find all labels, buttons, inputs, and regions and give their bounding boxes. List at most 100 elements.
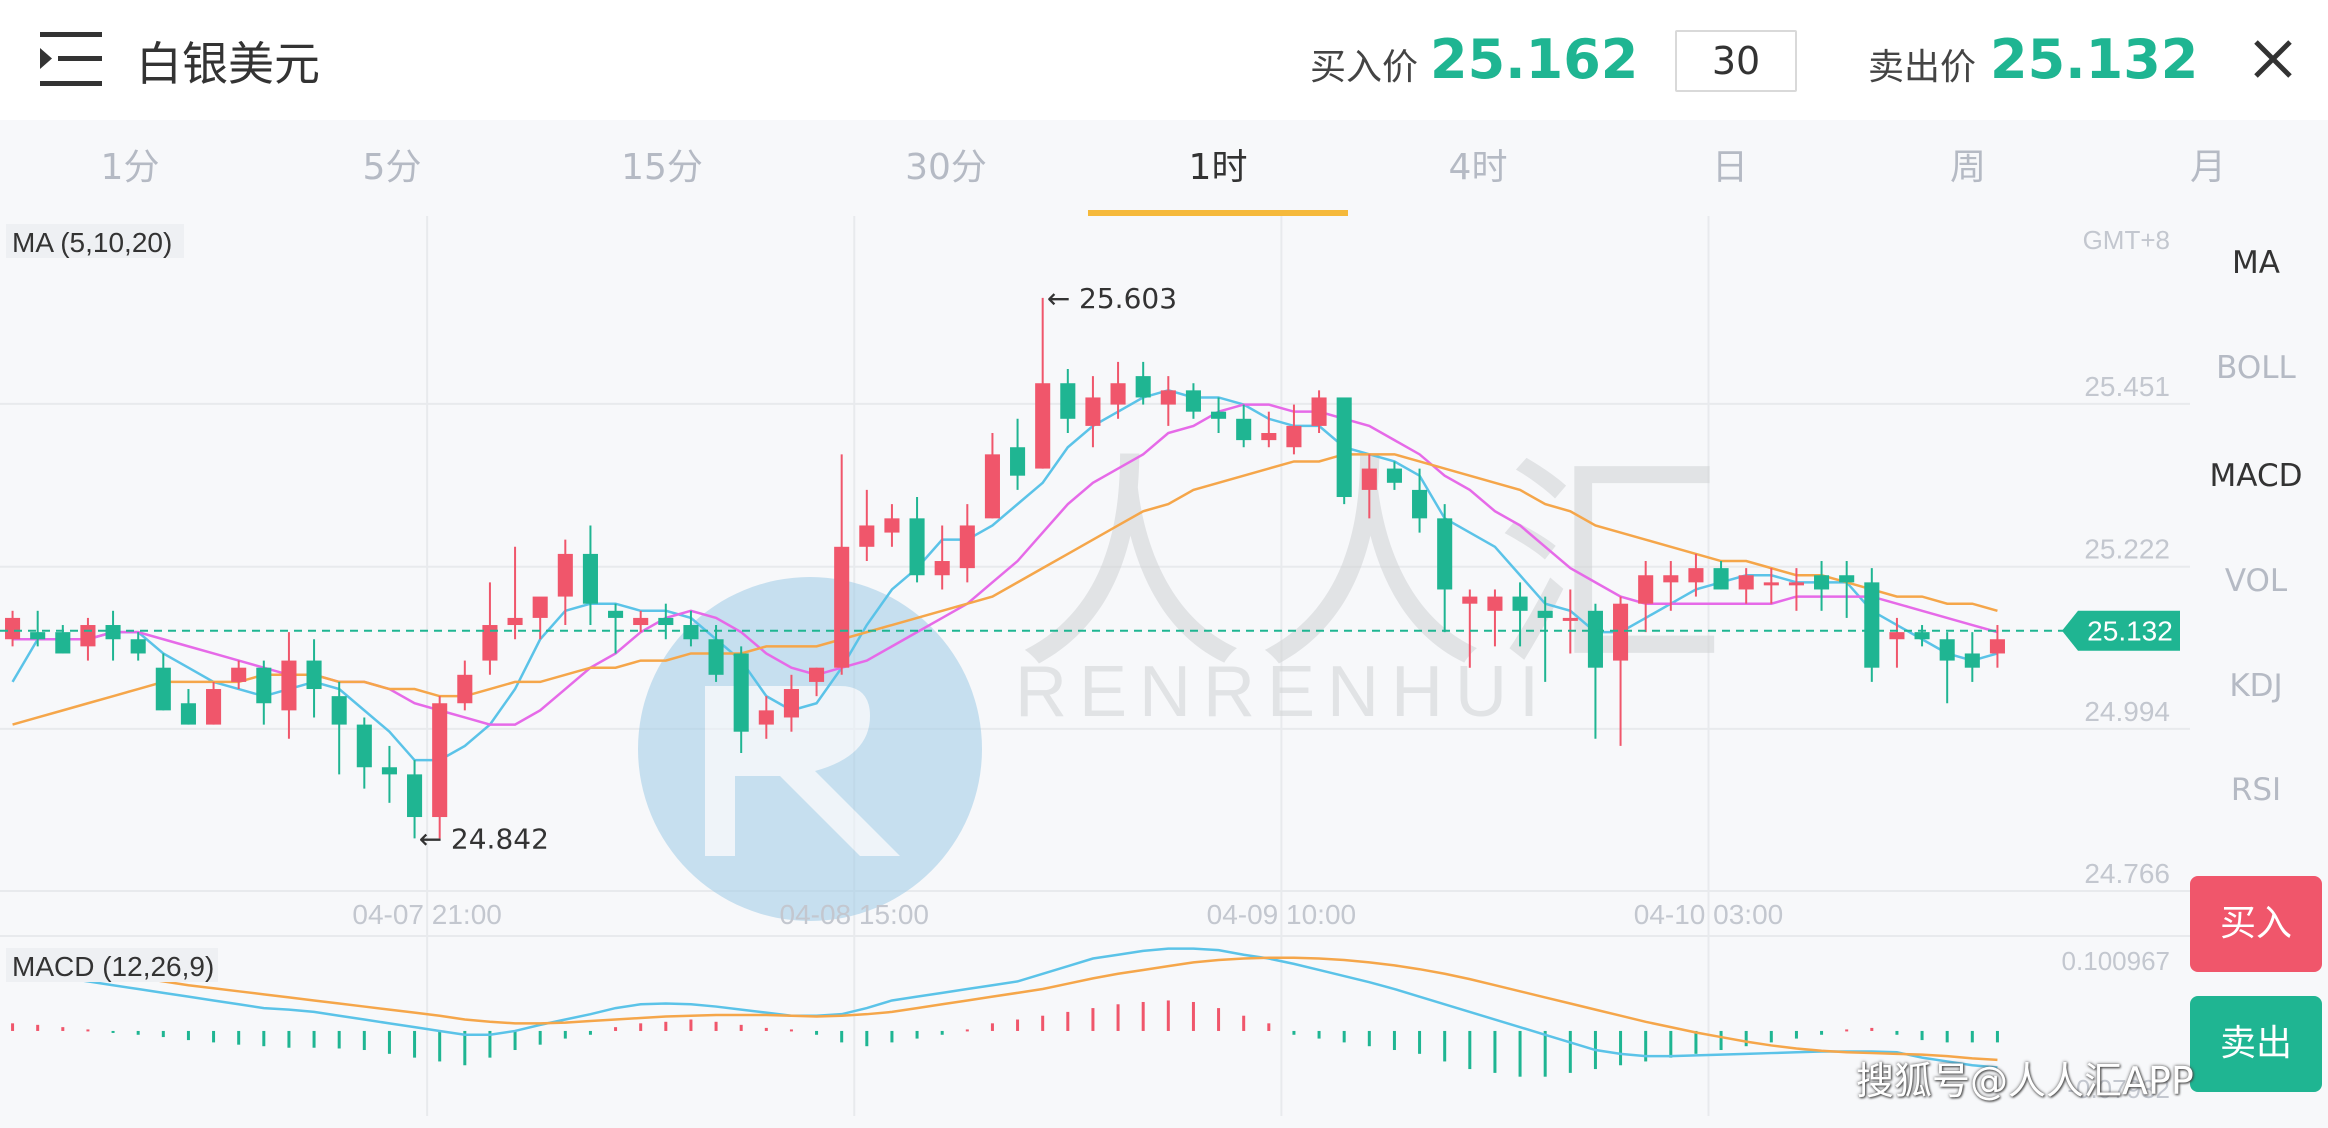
macd-bar: [1016, 1019, 1020, 1031]
kline-chart[interactable]: 人人汇 RENRENHUI ← 25.603 ← 24.842 25.451 25.…: [0, 216, 2328, 1128]
tab-week[interactable]: 周: [1898, 120, 2038, 216]
candle: [457, 660, 473, 711]
x-tick-label: 04-09 10:00: [1207, 899, 1356, 930]
tab-5min[interactable]: 5分: [322, 120, 462, 216]
indicator-kdj[interactable]: KDJ: [2196, 668, 2316, 704]
macd-bar: [11, 1023, 15, 1031]
menu-icon[interactable]: [40, 30, 102, 88]
x-tick-label: 04-08 15:00: [780, 899, 929, 930]
macd-bar: [1945, 1030, 1949, 1043]
candle: [884, 504, 900, 547]
candle-body: [658, 617, 674, 626]
macd-bar: [1518, 1030, 1522, 1077]
candle: [105, 610, 121, 661]
candle-body: [1035, 383, 1051, 469]
macd-bar: [1191, 1001, 1195, 1031]
close-icon[interactable]: [2248, 34, 2298, 84]
candle-body: [1010, 447, 1026, 476]
macd-bar: [186, 1030, 190, 1041]
tab-1min[interactable]: 1分: [60, 120, 200, 216]
macd-bar: [1568, 1030, 1572, 1073]
candle-body: [608, 610, 624, 618]
candle-body: [959, 525, 975, 569]
candle: [281, 632, 297, 739]
macd-bar: [1895, 1030, 1899, 1035]
candle-body: [1738, 575, 1754, 590]
indicator-rsi[interactable]: RSI: [2196, 772, 2316, 808]
indicator-vol[interactable]: VOL: [2196, 563, 2316, 599]
candle-body: [231, 667, 247, 682]
candle: [1035, 297, 1051, 469]
candle: [959, 504, 975, 583]
candle: [80, 617, 96, 661]
buy-price-label: 买入价: [1310, 47, 1419, 88]
indicator-ma[interactable]: MA: [2196, 245, 2316, 281]
source-watermark: 搜狐号@人人汇APP: [1856, 1059, 2194, 1103]
y-tick-label: 25.451: [2084, 371, 2170, 402]
macd-bar: [312, 1030, 316, 1048]
candle: [1889, 617, 1905, 668]
buy-button[interactable]: 买入: [2190, 876, 2322, 972]
macd-bar: [463, 1030, 467, 1066]
candle: [859, 489, 875, 562]
macd-bar: [212, 1030, 216, 1043]
candle: [909, 497, 925, 583]
candle: [608, 603, 624, 654]
candle-body: [105, 625, 121, 640]
macd-bar: [237, 1030, 241, 1045]
candle: [984, 433, 1000, 519]
candle-body: [582, 553, 598, 604]
macd-bar: [865, 1030, 869, 1047]
tab-4hour[interactable]: 4时: [1408, 120, 1548, 216]
macd-bar: [1166, 1000, 1170, 1031]
candle-body: [1839, 575, 1855, 583]
macd-panel: [11, 947, 1999, 1077]
macd-bar: [1669, 1030, 1673, 1058]
candle: [1864, 568, 1880, 682]
candle: [1110, 361, 1126, 419]
candle-body: [432, 703, 448, 818]
tab-15min[interactable]: 15分: [592, 120, 732, 216]
candle-body: [859, 525, 875, 547]
tab-1hour[interactable]: 1时: [1148, 120, 1288, 216]
macd-bar: [1443, 1030, 1447, 1062]
candle-body: [1487, 596, 1503, 611]
candle: [1185, 383, 1201, 419]
candle: [482, 582, 498, 675]
candle-body: [5, 617, 21, 640]
tab-30min[interactable]: 30分: [876, 120, 1016, 216]
candle-body: [809, 667, 825, 682]
macd-bar: [1392, 1030, 1396, 1051]
candle-body: [381, 767, 397, 775]
candle-body: [1361, 468, 1377, 490]
tab-day[interactable]: 日: [1660, 120, 1800, 216]
candle-body: [909, 518, 925, 576]
lot-size-input[interactable]: 30: [1675, 30, 1797, 92]
candle-body: [1160, 390, 1176, 405]
macd-bar: [789, 1029, 793, 1032]
indicator-boll[interactable]: BOLL: [2196, 350, 2316, 386]
candle-body: [557, 553, 573, 597]
macd-bar: [538, 1030, 542, 1045]
high-price-annotation: ← 25.603: [1047, 282, 1177, 315]
candle-body: [1688, 568, 1704, 583]
candle-body: [1085, 397, 1101, 426]
macd-bar: [1920, 1030, 1924, 1041]
buy-price-value: 25.162: [1430, 28, 1639, 91]
candle: [180, 689, 196, 725]
candle-body: [1060, 383, 1076, 419]
macd-bar: [739, 1024, 743, 1031]
macd-bar: [1317, 1030, 1321, 1039]
sell-button[interactable]: 卖出: [2190, 996, 2322, 1092]
candle-body: [758, 710, 774, 725]
candle: [206, 681, 222, 725]
header-bar: 白银美元 买入价 25.162 30 卖出价 25.132: [0, 0, 2328, 120]
macd-bar: [86, 1029, 90, 1032]
candle-body: [206, 689, 222, 725]
indicator-macd[interactable]: MACD: [2196, 458, 2316, 494]
macd-bar: [1820, 1030, 1824, 1035]
tab-month[interactable]: 月: [2138, 120, 2278, 216]
candle-body: [507, 617, 523, 626]
candle-body: [683, 625, 699, 640]
candle: [55, 625, 71, 654]
